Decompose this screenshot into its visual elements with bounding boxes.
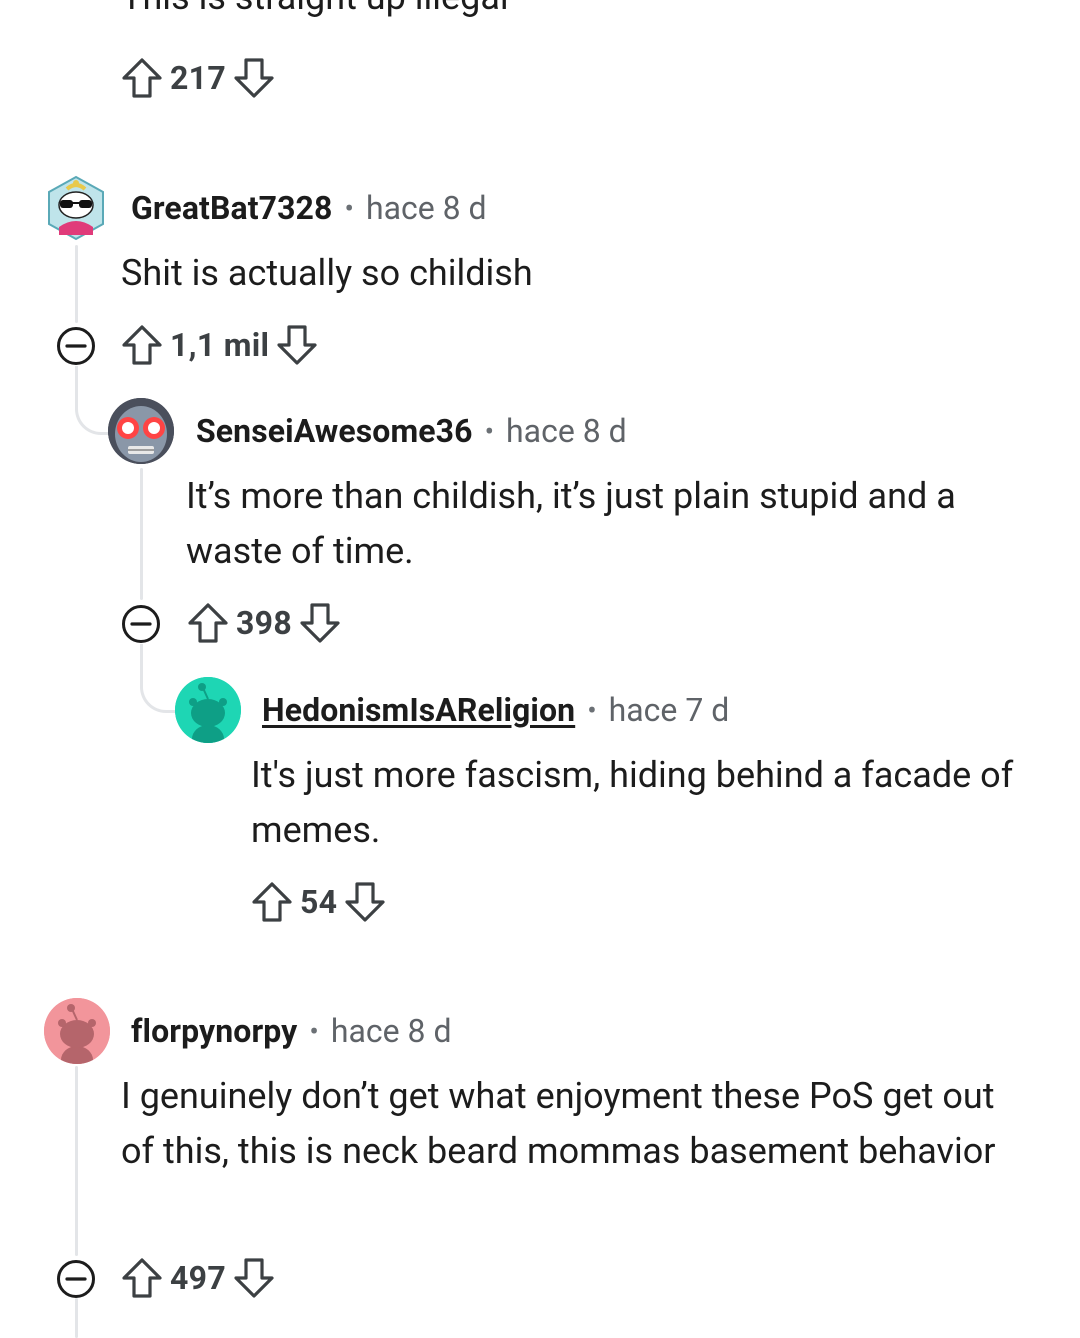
username[interactable]: GreatBat7328 xyxy=(131,189,332,227)
downvote-icon[interactable] xyxy=(232,56,276,100)
comment-meta: HedonismIsAReligion • hace 7 d xyxy=(262,690,729,730)
avatar[interactable] xyxy=(108,398,174,464)
separator-dot: • xyxy=(587,693,597,727)
upvote-icon[interactable] xyxy=(120,323,164,367)
avatar[interactable] xyxy=(45,175,107,241)
upvote-icon[interactable] xyxy=(186,601,230,645)
thread-line xyxy=(75,1066,78,1256)
snoo-teal-avatar-icon xyxy=(175,677,241,743)
comment-meta: florpynorpy • hace 8 d xyxy=(131,1011,452,1051)
username[interactable]: HedonismIsAReligion xyxy=(262,691,575,729)
separator-dot: • xyxy=(309,1014,319,1048)
separator-dot: • xyxy=(344,191,354,225)
timestamp: hace 7 d xyxy=(608,691,730,729)
vote-count: 497 xyxy=(170,1259,226,1297)
vote-bar: 497 xyxy=(120,1253,276,1303)
avatar[interactable] xyxy=(44,998,110,1064)
vote-bar-top: 217 xyxy=(120,53,276,103)
snoo-pink-avatar-icon xyxy=(44,998,110,1064)
snoo-sunglasses-avatar-icon xyxy=(48,175,104,241)
comment-meta: GreatBat7328 • hace 8 d xyxy=(131,188,487,228)
comment-meta: SenseiAwesome36 • hace 8 d xyxy=(196,411,627,451)
upvote-icon[interactable] xyxy=(120,1256,164,1300)
downvote-icon[interactable] xyxy=(275,323,319,367)
vote-bar: 1,1 mil xyxy=(120,320,319,370)
downvote-icon[interactable] xyxy=(232,1256,276,1300)
comment-body: It's just more fascism, hiding behind a … xyxy=(251,754,1014,851)
timestamp: hace 8 d xyxy=(365,189,487,227)
upvote-icon[interactable] xyxy=(120,56,164,100)
vote-count: 398 xyxy=(236,604,292,642)
comment-body-top: This is straight up illegal xyxy=(121,0,509,25)
username[interactable]: SenseiAwesome36 xyxy=(196,412,473,450)
comment-body: I genuinely don’t get what enjoyment the… xyxy=(121,1075,996,1172)
thread-line xyxy=(140,468,143,600)
thread-line xyxy=(75,1298,78,1338)
timestamp: hace 8 d xyxy=(330,1012,452,1050)
thread-line xyxy=(75,245,78,323)
vote-bar: 54 xyxy=(250,877,387,927)
vote-count: 217 xyxy=(170,59,226,97)
comment-body: Shit is actually so childish xyxy=(121,252,533,294)
downvote-icon[interactable] xyxy=(343,880,387,924)
vote-bar: 398 xyxy=(186,598,342,648)
vote-count: 1,1 mil xyxy=(170,326,270,364)
collapse-thread-icon[interactable] xyxy=(56,326,96,366)
collapse-thread-icon[interactable] xyxy=(56,1259,96,1299)
comment-body: It’s more than childish, it’s just plain… xyxy=(186,475,956,572)
username[interactable]: florpynorpy xyxy=(131,1012,297,1050)
separator-dot: • xyxy=(484,414,495,448)
red-eyes-face-avatar-icon xyxy=(108,398,174,464)
collapse-thread-icon[interactable] xyxy=(121,604,161,644)
avatar[interactable] xyxy=(175,677,241,743)
downvote-icon[interactable] xyxy=(298,601,342,645)
upvote-icon[interactable] xyxy=(250,880,294,924)
vote-count: 54 xyxy=(300,883,338,921)
timestamp: hace 8 d xyxy=(506,412,627,450)
